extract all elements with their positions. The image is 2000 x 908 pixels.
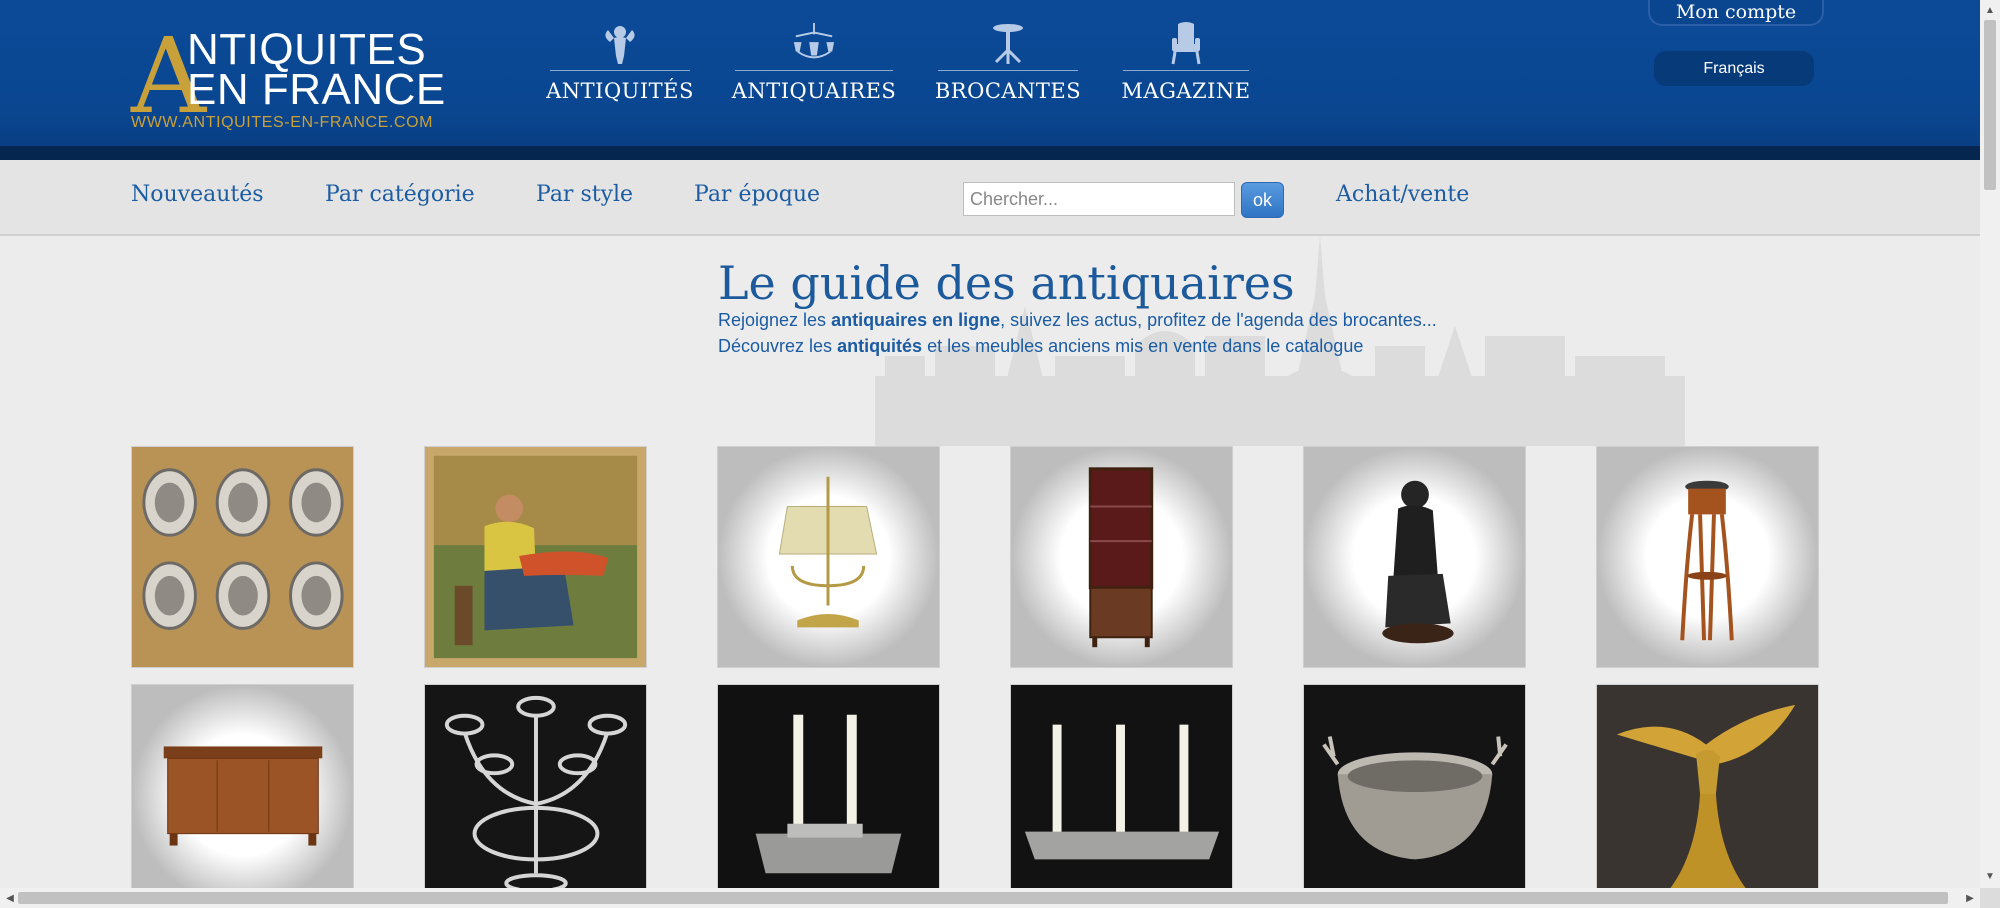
intro-line-1: Rejoignez les antiquaires en ligne, suiv… [718, 310, 1437, 331]
nav-brocantes[interactable]: BROCANTES [934, 22, 1082, 112]
page-title: Le guide des antiquaires [718, 256, 1295, 310]
pedestal-side-table-image [1597, 447, 1818, 667]
bouillotte-lamp-image [718, 447, 939, 667]
intro-line-2: Découvrez les antiquités et les meubles … [718, 336, 1363, 357]
site-logo[interactable]: A NTIQUITES EN FRANCE WWW.ANTIQUITES-EN-… [131, 24, 451, 134]
logo-line-2: EN FRANCE [187, 65, 446, 114]
vertical-scroll-thumb[interactable] [1984, 20, 1996, 190]
language-selector[interactable]: Français [1654, 51, 1814, 86]
scroll-left-icon[interactable]: ◀ [0, 888, 20, 908]
secondary-nav: Nouveautés Par catégorie Par style Par é… [0, 160, 1980, 236]
chandelier-icon [792, 22, 836, 66]
armchair-icon [1164, 22, 1208, 66]
three-candle-tray-image [1011, 685, 1232, 905]
scrollbar-corner [1980, 888, 2000, 908]
product-tile[interactable] [717, 684, 940, 906]
product-tile[interactable] [1596, 446, 1819, 668]
two-candle-tray-image [718, 685, 939, 905]
nav-label: ANTIQUAIRES [731, 79, 897, 103]
subnav-achat-vente[interactable]: Achat/vente [1336, 182, 1469, 207]
silver-plates-image [132, 447, 353, 667]
subnav-nouveautes[interactable]: Nouveautés [131, 182, 264, 207]
nav-magazine[interactable]: MAGAZINE [1121, 22, 1251, 112]
search-ok-button[interactable]: ok [1241, 182, 1284, 218]
intro-text: et les meubles anciens mis en vente dans… [922, 336, 1364, 356]
product-tile[interactable] [131, 446, 354, 668]
walnut-sideboard-image [132, 685, 353, 905]
product-tile[interactable] [1010, 684, 1233, 906]
search-input[interactable] [963, 182, 1235, 216]
crystal-candelabra-image [425, 685, 646, 905]
nav-label: ANTIQUITÉS [546, 79, 694, 103]
bronze-statue-image [1304, 447, 1525, 667]
vitrine-cabinet-image [1011, 447, 1232, 667]
nav-divider [550, 70, 690, 71]
nav-divider [735, 70, 893, 71]
intro-text: Rejoignez les [718, 310, 832, 330]
product-tile[interactable] [1303, 684, 1526, 906]
antiquites-link[interactable]: antiquités [837, 336, 922, 356]
product-tile[interactable] [1303, 446, 1526, 668]
account-button[interactable]: Mon compte [1648, 0, 1824, 26]
nav-divider [1123, 70, 1249, 71]
intro-text: , suivez les actus, profitez de l'agenda… [1000, 310, 1437, 330]
intro-text: Découvrez les [718, 336, 838, 356]
nav-divider [938, 70, 1078, 71]
scroll-right-icon[interactable]: ▶ [1960, 888, 1980, 908]
subnav-par-categorie[interactable]: Par catégorie [325, 182, 475, 207]
scroll-down-icon[interactable]: ▼ [1980, 866, 2000, 886]
subnav-par-epoque[interactable]: Par époque [694, 182, 820, 207]
stag-handle-bowl-image [1304, 685, 1525, 905]
logo-url: WWW.ANTIQUITES-EN-FRANCE.COM [131, 114, 434, 131]
horizontal-scroll-thumb[interactable] [18, 892, 1948, 904]
scroll-up-icon[interactable]: ▲ [1980, 0, 2000, 20]
header-strip [0, 146, 1980, 160]
nav-antiquites[interactable]: ANTIQUITÉS [546, 22, 693, 112]
gilt-eagle-statue-image [1597, 685, 1818, 905]
painting-seated-woman-image [425, 447, 646, 667]
product-tile[interactable] [424, 446, 647, 668]
nav-label: MAGAZINE [1121, 79, 1251, 103]
nav-label: BROCANTES [934, 79, 1082, 103]
product-tile[interactable] [1010, 446, 1233, 668]
product-tile[interactable] [717, 446, 940, 668]
product-tile[interactable] [424, 684, 647, 906]
product-tile[interactable] [1596, 684, 1819, 906]
nav-antiquaires[interactable]: ANTIQUAIRES [732, 22, 896, 112]
vertical-scrollbar[interactable]: ▲ ▼ [1980, 0, 2000, 888]
cherub-icon [598, 22, 642, 66]
pedestal-table-icon [986, 22, 1030, 66]
subnav-par-style[interactable]: Par style [536, 182, 633, 207]
antiquaires-en-ligne-link[interactable]: antiquaires en ligne [831, 310, 1000, 330]
product-tile[interactable] [131, 684, 354, 906]
horizontal-scrollbar[interactable]: ◀ ▶ [0, 888, 1980, 908]
site-header: A NTIQUITES EN FRANCE WWW.ANTIQUITES-EN-… [0, 0, 1980, 160]
